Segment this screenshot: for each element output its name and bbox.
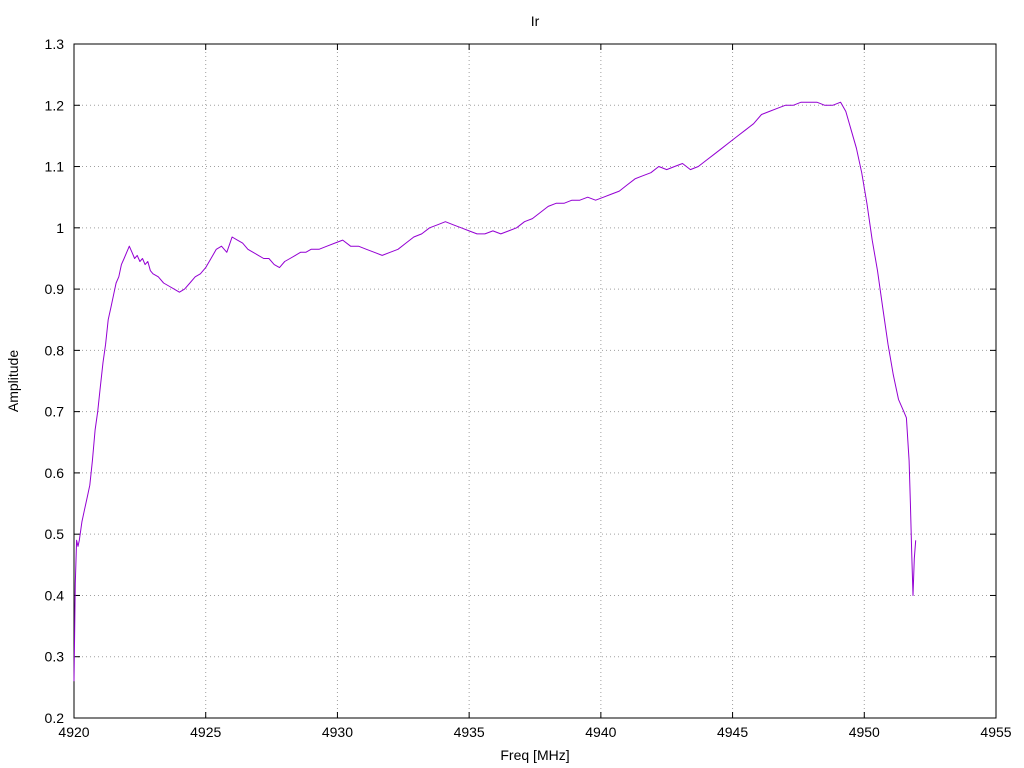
y-tick-label: 0.2 — [45, 710, 65, 726]
y-tick-label: 1.2 — [45, 97, 65, 113]
y-tick-label: 0.4 — [45, 587, 65, 603]
y-tick-label: 0.7 — [45, 404, 65, 420]
y-tick-label: 0.6 — [45, 465, 65, 481]
x-axis-label: Freq [MHz] — [500, 747, 569, 763]
x-tick-label: 4945 — [717, 724, 748, 740]
y-tick-label: 0.9 — [45, 281, 65, 297]
y-tick-label: 1.1 — [45, 159, 65, 175]
x-tick-label: 4935 — [454, 724, 485, 740]
x-tick-label: 4940 — [585, 724, 616, 740]
chart-background — [0, 0, 1024, 768]
line-chart: 4920 4925 4930 4935 4940 4945 4950 4955 0.2 0.3 0.… — [0, 0, 1024, 768]
y-tick-label: 0.8 — [45, 342, 65, 358]
chart-title: Ir — [531, 13, 540, 29]
x-tick-label: 4930 — [322, 724, 353, 740]
x-tick-label: 4955 — [980, 724, 1011, 740]
y-axis-label: Amplitude — [5, 350, 21, 412]
y-tick-label: 1 — [56, 220, 64, 236]
y-tick-label: 0.3 — [45, 649, 65, 665]
x-tick-label: 4920 — [58, 724, 89, 740]
x-tick-label: 4950 — [849, 724, 880, 740]
y-tick-label: 1.3 — [45, 36, 65, 52]
y-tick-label: 0.5 — [45, 526, 65, 542]
x-tick-label: 4925 — [190, 724, 221, 740]
